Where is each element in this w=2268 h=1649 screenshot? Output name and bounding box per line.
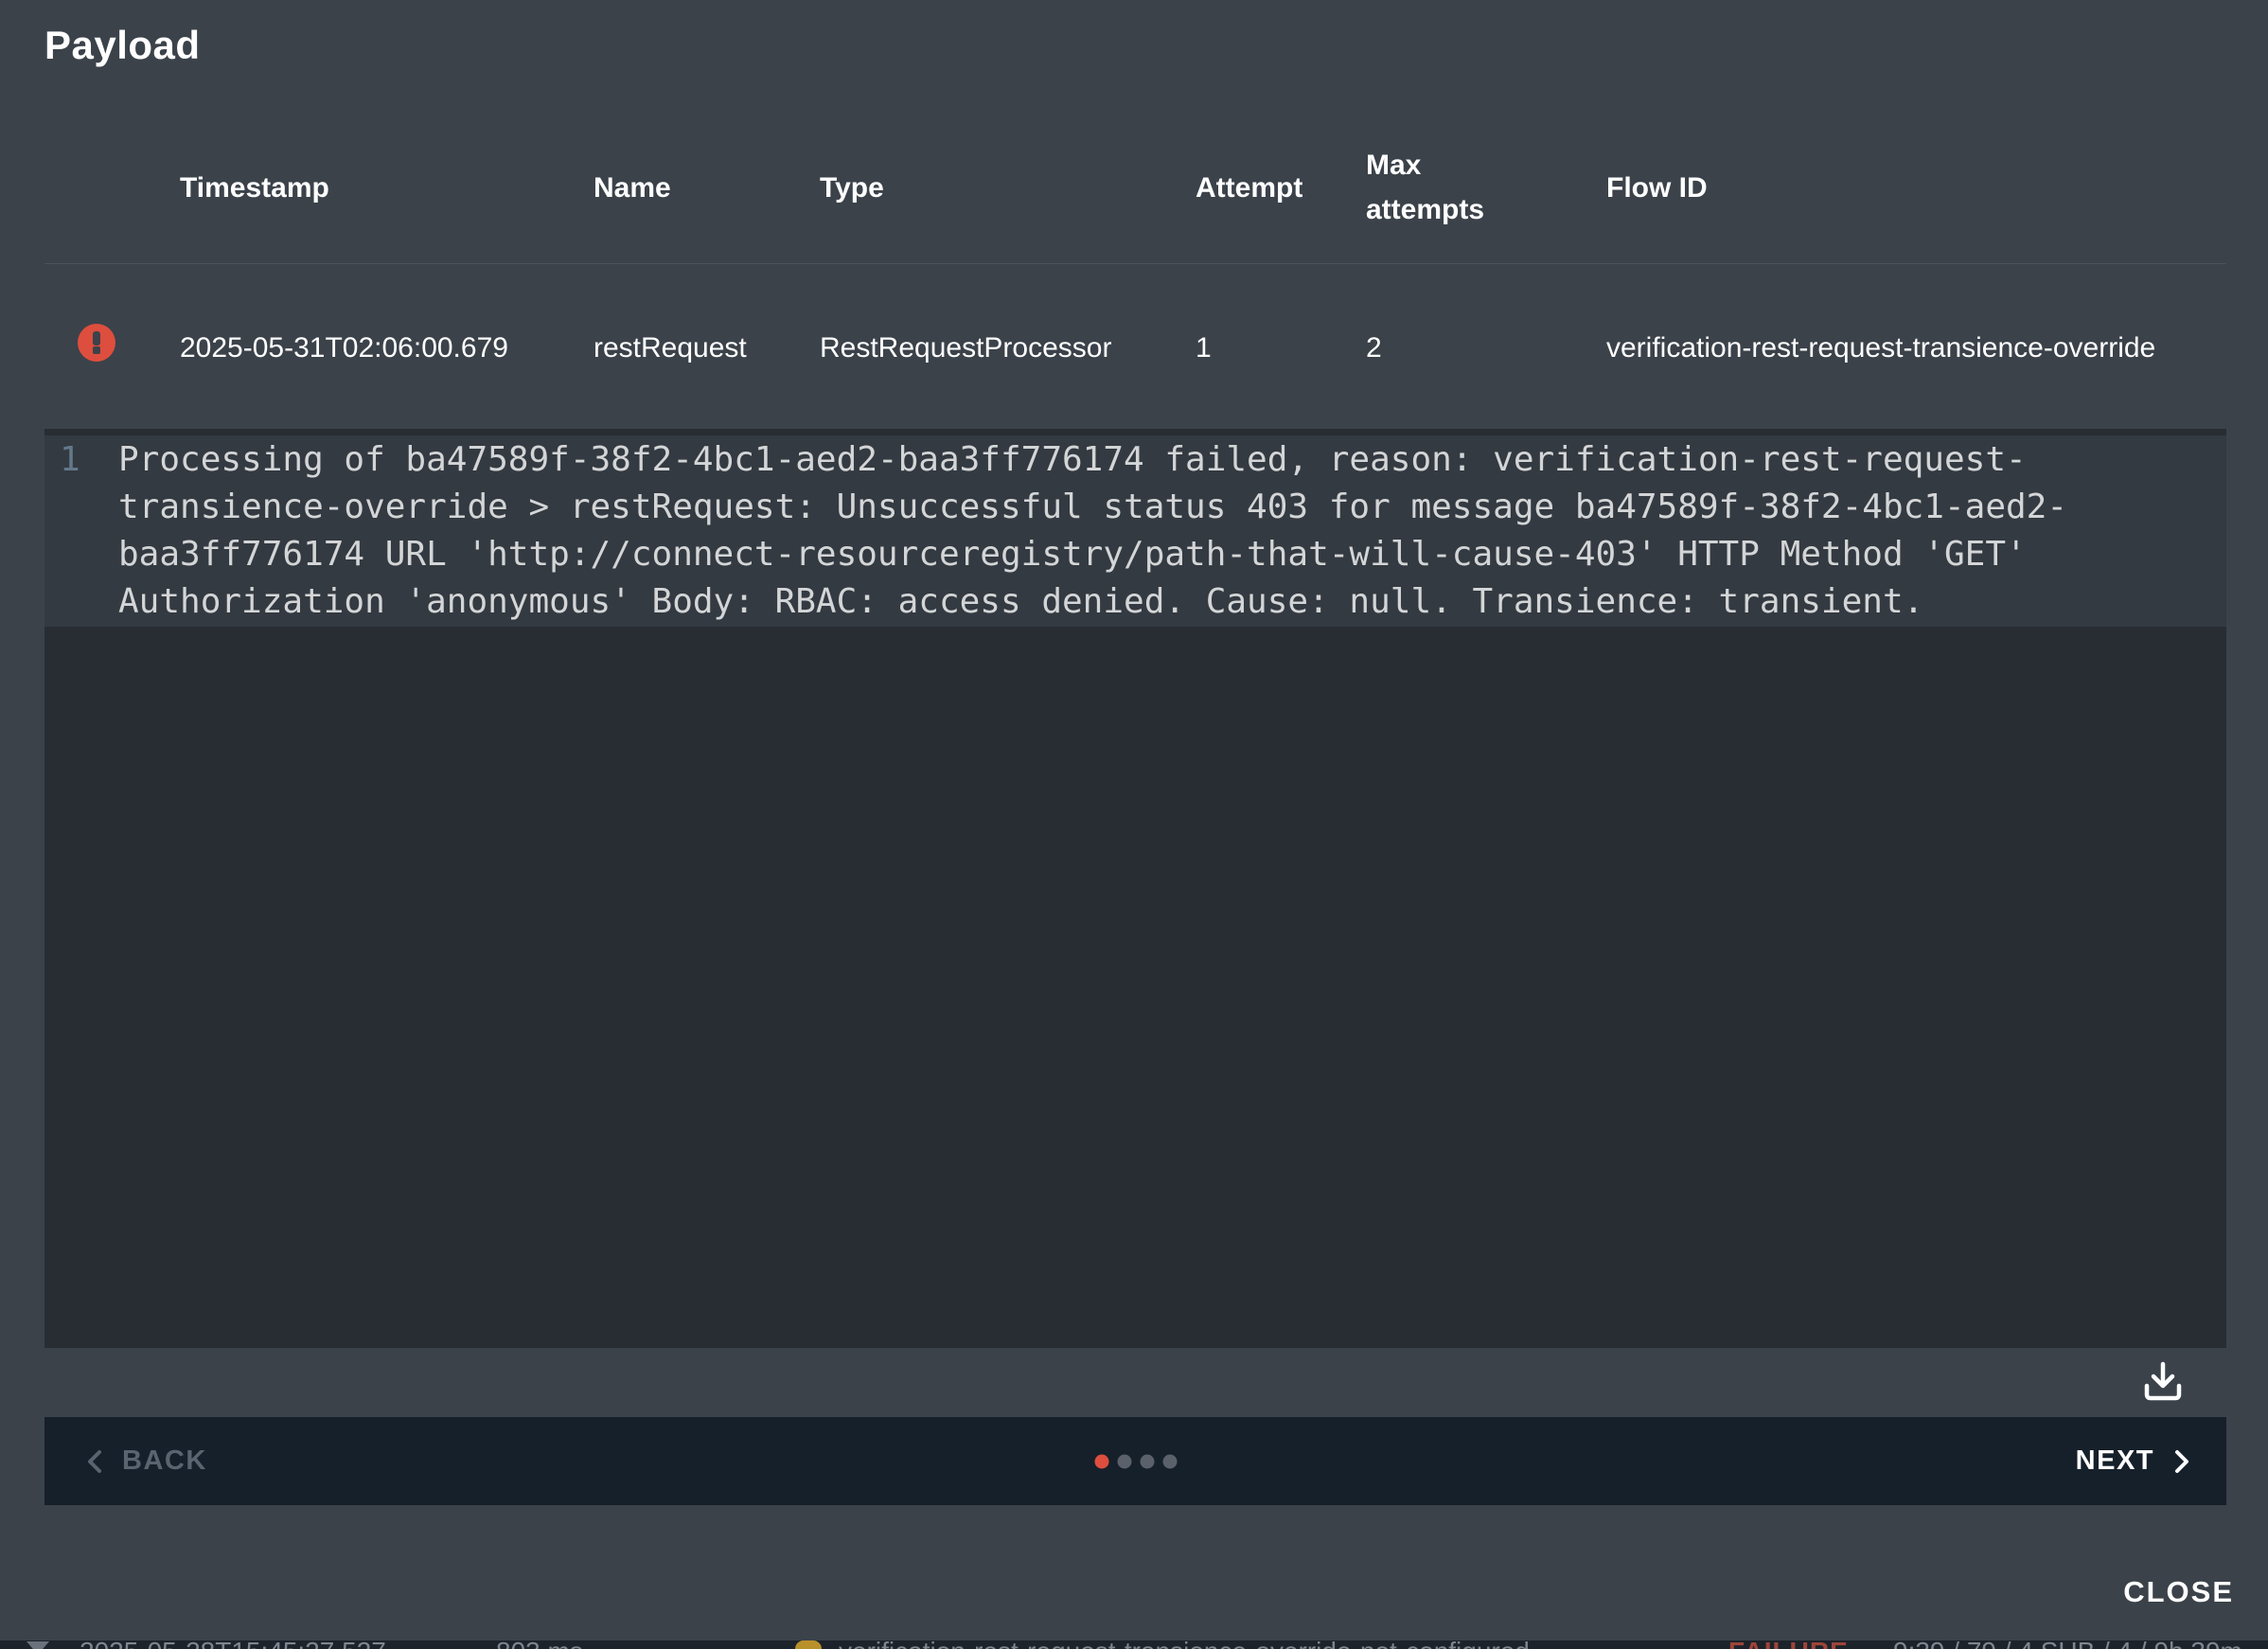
error-icon [78,324,115,362]
page-dot[interactable] [1140,1454,1154,1468]
page-dot[interactable] [1094,1454,1108,1468]
active-code-line: 1 Processing of ba47589f-38f2-4bc1-aed2-… [44,435,2226,627]
payload-code-viewer[interactable]: 1 Processing of ba47589f-38f2-4bc1-aed2-… [44,429,2226,1348]
download-button[interactable] [2134,1354,2192,1409]
cell-attempt[interactable]: 1 [1196,265,1347,430]
cell-type[interactable]: RestRequestProcessor [820,265,1179,430]
chevron-down-icon [27,1641,49,1649]
code-line: transience-override > restRequest: Unsuc… [118,484,2067,531]
download-icon [2141,1360,2185,1402]
back-button[interactable]: BACK [82,1445,207,1477]
chevron-left-icon [82,1448,109,1475]
column-header-type: Type [820,142,1179,233]
payload-dialog: Payload Timestamp Name Type Attempt Max … [0,0,2268,1640]
table-header-divider [44,263,2226,264]
column-header-attempt: Attempt [1196,142,1347,233]
column-header-name: Name [594,142,802,233]
dialog-title: Payload [44,23,201,68]
screen: 2025-05-28T15:45:27.527 803 ms verificat… [0,0,2268,1649]
code-line: Authorization 'anonymous' Body: RBAC: ac… [118,578,1923,626]
page-dots [1094,1454,1177,1468]
close-button[interactable]: CLOSE [2123,1575,2234,1609]
next-label: NEXT [2076,1445,2154,1477]
page-dot[interactable] [1117,1454,1131,1468]
next-button[interactable]: NEXT [2076,1445,2194,1477]
code-line: Processing of ba47589f-38f2-4bc1-aed2-ba… [118,436,2027,484]
page-dot[interactable] [1162,1454,1177,1468]
cell-flow-id[interactable]: verification-rest-request-transience-ove… [1606,265,2193,430]
cell-max-attempts[interactable]: 2 [1366,265,1527,430]
column-header-max-attempts: Max attempts [1366,142,1527,233]
cell-timestamp[interactable]: 2025-05-31T02:06:00.679 [180,265,577,430]
back-label: BACK [122,1445,207,1477]
cell-name[interactable]: restRequest [594,265,802,430]
column-header-timestamp: Timestamp [180,142,577,233]
warning-icon [795,1640,822,1649]
line-number: 1 [44,436,118,484]
pager-bar: BACK NEXT [44,1417,2226,1505]
column-header-flow-id: Flow ID [1606,142,2193,233]
chevron-right-icon [2168,1448,2194,1475]
code-line: baa3ff776174 URL 'http://connect-resourc… [118,531,2027,578]
